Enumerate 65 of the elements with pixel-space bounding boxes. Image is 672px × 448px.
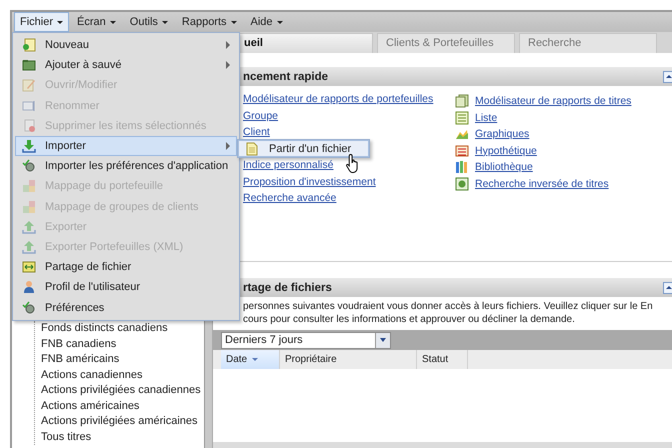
tree-item[interactable]: Actions canadiennes: [35, 368, 204, 383]
link[interactable]: Recherche avancée: [243, 192, 336, 204]
delete-document-icon: [22, 118, 36, 133]
menu-item[interactable]: Nouveau: [15, 35, 237, 56]
tree-item[interactable]: Actions privilégiées américaines: [35, 414, 204, 430]
caret-icon: [57, 20, 64, 24]
link[interactable]: Client: [243, 126, 270, 138]
caret-icon: [162, 20, 168, 24]
tab[interactable]: Recherche: [519, 33, 657, 53]
document-icon: [245, 142, 259, 156]
link[interactable]: Proposition d'investissement: [243, 176, 376, 188]
menu-bar-item[interactable]: Outils: [124, 12, 174, 32]
download-icon: [22, 139, 36, 154]
menu-bar-item[interactable]: Rapports: [176, 12, 243, 32]
link[interactable]: Modélisateur de rapports de portefeuilles: [243, 93, 434, 105]
menu-item[interactable]: Profil de l'utilisateur: [15, 277, 237, 298]
grid-icon: [22, 200, 36, 214]
menu-bar-item[interactable]: Aide: [244, 12, 289, 32]
tab[interactable]: Clients & Portefeuilles: [377, 33, 515, 53]
folder-icon: [22, 58, 36, 72]
menu-item[interactable]: Ajouter à sauvé: [15, 55, 237, 76]
menu-item[interactable]: Importer les préférences d'application: [15, 156, 237, 176]
reverse-search-icon: [455, 176, 469, 191]
tree-item[interactable]: Actions privilégiées canadiennes: [35, 383, 204, 398]
table-icon: [455, 144, 469, 158]
tree-item[interactable]: Fonds distincts canadiens: [35, 321, 204, 336]
documents-icon: [455, 94, 469, 108]
link[interactable]: Liste: [475, 112, 498, 124]
collapse-button[interactable]: [663, 70, 672, 82]
link[interactable]: Hypothétique: [475, 144, 537, 157]
pencil-icon: [22, 78, 36, 92]
tree-item[interactable]: FNB canadiens: [35, 336, 204, 352]
books-icon: [455, 160, 469, 174]
caret-icon: [110, 20, 116, 24]
upload-icon: [22, 220, 36, 234]
link[interactable]: Groupe: [243, 110, 278, 122]
menu-item[interactable]: Partage de fichier: [15, 257, 237, 278]
link[interactable]: Indice personnalisé: [243, 159, 334, 171]
panel-title: rtage de fichiers: [243, 282, 332, 294]
link[interactable]: Recherche inversée de titres: [475, 178, 609, 190]
person-icon: [22, 280, 36, 294]
menu-item[interactable]: Préférences: [15, 297, 237, 318]
message-text: personnes suivantes voudraient vous donner accès à leurs fichiers. Veuillez cliquer sur le En cours pour consulter les informations et approuver ou décliner la demande.: [243, 300, 654, 326]
caret-icon: [276, 20, 283, 24]
tree-item[interactable]: Actions américaines: [35, 398, 204, 414]
tree-item[interactable]: FNB américains: [35, 352, 204, 368]
document-plus-icon: [22, 38, 36, 52]
swap-arrows-icon: [22, 260, 36, 274]
menu-item[interactable]: Importer: [15, 136, 237, 156]
link[interactable]: Bibliothèque: [475, 161, 533, 174]
caret-icon: [230, 20, 237, 24]
menu-bar-item[interactable]: Écran: [71, 12, 122, 32]
period-dropdown[interactable]: Derniers 7 jours: [221, 332, 391, 348]
rename-icon: [22, 98, 36, 113]
list-icon: [455, 110, 469, 125]
panel-title: ncement rapide: [243, 70, 328, 82]
link[interactable]: Modélisateur de rapports de titres: [475, 95, 632, 108]
tree-item[interactable]: Tous titres: [35, 430, 204, 445]
menu-item[interactable]: Partir d'un fichier: [238, 140, 369, 157]
link[interactable]: Graphiques: [475, 128, 530, 140]
collapse-button[interactable]: [663, 282, 672, 294]
menu-bar-item[interactable]: Fichier: [14, 12, 70, 32]
upload-icon: [22, 240, 36, 254]
grid-icon: [22, 179, 36, 194]
column-header[interactable]: Date: [221, 350, 280, 369]
